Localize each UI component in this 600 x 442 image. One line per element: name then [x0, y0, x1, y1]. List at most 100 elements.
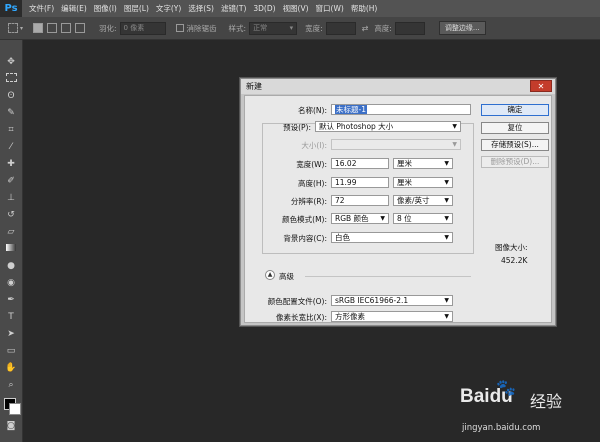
add-selection-icon[interactable]: [47, 23, 58, 33]
save-preset-button[interactable]: 存储预设(S)...: [481, 139, 549, 151]
healing-brush-tool-icon[interactable]: ✚: [4, 158, 18, 170]
chevron-down-icon: ▼: [452, 141, 457, 148]
preset-select[interactable]: 默认 Photoshop 大小 ▼: [315, 121, 461, 132]
dodge-tool-icon[interactable]: ◉: [4, 277, 18, 289]
history-brush-tool-icon[interactable]: ↺: [4, 209, 18, 221]
close-button[interactable]: ✕: [530, 80, 552, 92]
delete-preset-button[interactable]: 删除预设(D)...: [481, 156, 549, 168]
chevron-down-icon: ▼: [444, 234, 449, 241]
menu-select[interactable]: 选择(S): [188, 3, 214, 14]
menu-edit[interactable]: 编辑(E): [61, 3, 87, 14]
type-tool-icon[interactable]: T: [4, 311, 18, 323]
width-unit-value: 厘米: [397, 159, 412, 168]
chevron-down-icon: ▼: [452, 123, 457, 130]
menu-help[interactable]: 帮助(H): [351, 3, 378, 14]
swap-icon[interactable]: ⇄: [362, 24, 369, 33]
size-select[interactable]: ▼: [331, 139, 461, 150]
chevron-down-icon: ▼: [444, 313, 449, 320]
bit-depth-value: 8 位: [397, 214, 412, 223]
resolution-input[interactable]: 72: [331, 195, 389, 206]
feather-input[interactable]: 0 像素: [119, 21, 166, 35]
ok-button[interactable]: 确定: [481, 104, 549, 116]
width-input[interactable]: [325, 21, 356, 35]
size-label: 大小(I):: [301, 141, 327, 150]
new-document-dialog: 新建 ✕ 名称(N): 未标题-1 预设(P): 默认 Photoshop 大小…: [240, 78, 556, 326]
image-size-label: 图像大小:: [495, 243, 528, 252]
dropdown-arrow-icon[interactable]: ▾: [20, 25, 23, 32]
style-label: 样式:: [228, 23, 247, 33]
antialias-label: 消除锯齿: [186, 23, 217, 33]
color-profile-label: 颜色配置文件(O):: [267, 297, 327, 306]
marquee-tool-icon[interactable]: [4, 73, 18, 85]
color-mode-label: 颜色模式(M):: [282, 215, 327, 224]
clone-stamp-tool-icon[interactable]: ⊥: [4, 192, 18, 204]
width-label: 宽度(W):: [296, 160, 327, 169]
color-mode-select[interactable]: RGB 颜色 ▼: [331, 213, 389, 224]
brush-tool-icon[interactable]: ✐: [4, 175, 18, 187]
menu-image[interactable]: 图像(I): [94, 3, 117, 14]
menu-window[interactable]: 窗口(W): [316, 3, 344, 14]
color-swatches[interactable]: [4, 398, 21, 415]
marquee-preset-icon[interactable]: [8, 23, 18, 33]
jingyan-label: 经验: [530, 392, 563, 411]
resolution-label: 分辨率(R):: [290, 197, 327, 206]
name-label: 名称(N):: [298, 106, 327, 115]
move-tool-icon[interactable]: ✥: [4, 56, 18, 68]
quick-select-tool-icon[interactable]: ✎: [4, 107, 18, 119]
quick-mask-icon[interactable]: ◙: [4, 420, 18, 432]
refine-edge-button[interactable]: 调整边缘...: [438, 21, 486, 35]
intersect-selection-icon[interactable]: [75, 23, 86, 33]
height-input[interactable]: [394, 21, 425, 35]
width-unit-select[interactable]: 厘米 ▼: [393, 158, 453, 169]
color-mode-value: RGB 颜色: [335, 214, 369, 223]
resolution-unit-select[interactable]: 像素/英寸 ▼: [393, 195, 453, 206]
height-unit-select[interactable]: 厘米 ▼: [393, 177, 453, 188]
height-label: 高度:: [374, 23, 392, 33]
style-select[interactable]: 正常 ▾: [249, 21, 298, 35]
color-profile-value: sRGB IEC61966-2.1: [335, 296, 409, 305]
name-input[interactable]: 未标题-1: [331, 104, 471, 115]
background-color-swatch[interactable]: [9, 403, 21, 415]
style-value: 正常: [253, 24, 268, 32]
baidu-jingyan-watermark: Baidu 🐾 经验 jingyan.baidu.com: [458, 376, 598, 440]
options-bar: ▾ 羽化: 0 像素 消除锯齿 样式: 正常 ▾ 宽度: ⇄ 高度: 调整边缘..…: [0, 17, 600, 40]
antialias-checkbox[interactable]: [175, 24, 184, 32]
height-unit-value: 厘米: [397, 178, 412, 187]
menu-layer[interactable]: 图层(L): [124, 3, 149, 14]
width-input[interactable]: 16.02: [331, 158, 389, 169]
pen-tool-icon[interactable]: ✒: [4, 294, 18, 306]
pixel-aspect-select[interactable]: 方形像素 ▼: [331, 311, 453, 322]
menu-3d[interactable]: 3D(D): [253, 4, 275, 13]
color-profile-select[interactable]: sRGB IEC61966-2.1 ▼: [331, 295, 453, 306]
path-select-tool-icon[interactable]: ➤: [4, 328, 18, 340]
gradient-tool-icon[interactable]: [4, 243, 18, 255]
advanced-label[interactable]: 高级: [279, 271, 294, 282]
menu-file[interactable]: 文件(F): [29, 3, 54, 14]
new-selection-icon[interactable]: [33, 23, 44, 33]
advanced-toggle-icon[interactable]: ▲: [265, 270, 275, 280]
menu-filter[interactable]: 滤镜(T): [221, 3, 246, 14]
menu-type[interactable]: 文字(Y): [156, 3, 181, 14]
eraser-tool-icon[interactable]: ▱: [4, 226, 18, 238]
shape-tool-icon[interactable]: ▭: [4, 345, 18, 357]
zoom-tool-icon[interactable]: ⌕: [4, 379, 18, 391]
dialog-body: 名称(N): 未标题-1 预设(P): 默认 Photoshop 大小 ▼ 大小…: [244, 95, 552, 323]
jingyan-url: jingyan.baidu.com: [462, 423, 541, 433]
height-input[interactable]: 11.99: [331, 177, 389, 188]
height-label: 高度(H):: [297, 179, 327, 188]
bit-depth-select[interactable]: 8 位 ▼: [393, 213, 453, 224]
eyedropper-tool-icon[interactable]: ⁄: [4, 141, 18, 153]
chevron-down-icon: ▼: [444, 179, 449, 186]
reset-button[interactable]: 复位: [481, 122, 549, 134]
hand-tool-icon[interactable]: ✋: [4, 362, 18, 374]
subtract-selection-icon[interactable]: [61, 23, 72, 33]
feather-label: 羽化:: [99, 23, 117, 33]
blur-tool-icon[interactable]: ●: [4, 260, 18, 272]
crop-tool-icon[interactable]: ⌗: [4, 124, 18, 136]
menu-view[interactable]: 视图(V): [283, 3, 309, 14]
resolution-unit-value: 像素/英寸: [397, 196, 430, 205]
pixel-aspect-value: 方形像素: [335, 312, 365, 321]
background-contents-select[interactable]: 白色 ▼: [331, 232, 453, 243]
lasso-tool-icon[interactable]: ʘ: [4, 90, 18, 102]
advanced-divider: [305, 276, 471, 277]
